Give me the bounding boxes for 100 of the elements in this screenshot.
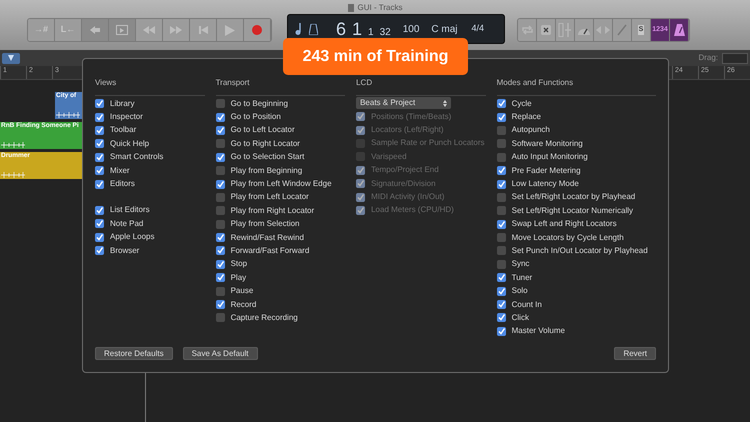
lcd-tempo: 100 bbox=[402, 22, 420, 36]
window-title: GUI - Tracks bbox=[358, 2, 402, 14]
checkbox-label: Library bbox=[110, 98, 134, 110]
checkbox[interactable] bbox=[496, 192, 506, 202]
document-icon bbox=[348, 4, 354, 12]
checkbox[interactable] bbox=[496, 233, 506, 242]
checkbox[interactable] bbox=[216, 220, 225, 229]
checkbox-label: Browser bbox=[110, 244, 140, 257]
fader-icon bbox=[558, 23, 572, 37]
checkbox-label: Go to Right Locator bbox=[230, 138, 300, 150]
checkbox-label: Smart Controls bbox=[110, 151, 164, 164]
lcd-signature: 4/4 bbox=[472, 22, 484, 36]
revert-button[interactable]: Revert bbox=[614, 347, 656, 360]
check-icon bbox=[216, 154, 224, 161]
play-frame-icon bbox=[116, 25, 128, 35]
checkbox[interactable] bbox=[496, 152, 506, 162]
checkbox-label: Set Left/Right Locator by Playhead bbox=[512, 191, 636, 204]
filter-icon bbox=[6, 55, 16, 61]
check-icon bbox=[216, 301, 224, 308]
skip-back-icon bbox=[198, 26, 208, 34]
checkbox-label: Signature/Division bbox=[371, 178, 436, 190]
dialog-button[interactable]: Restore Defaults bbox=[95, 347, 173, 360]
checkbox-label: Click bbox=[512, 312, 529, 324]
control-button[interactable] bbox=[537, 19, 556, 41]
lcd-position: 1 bbox=[368, 28, 374, 38]
checkbox[interactable] bbox=[216, 99, 225, 108]
dialog-button[interactable]: Save As Default bbox=[182, 347, 258, 360]
column-heading: LCD bbox=[356, 78, 372, 87]
column-heading: Transport bbox=[216, 78, 250, 87]
metronome-icon bbox=[674, 24, 684, 36]
checkbox-label: Go to Left Locator bbox=[230, 124, 295, 136]
checkbox-label: Note Pad bbox=[110, 218, 144, 230]
checkbox-label: Sample Rate or Punch Locators bbox=[371, 137, 484, 150]
fast-forward-icon bbox=[170, 26, 182, 34]
checkbox-label: Apple Loops bbox=[110, 231, 154, 244]
checkbox[interactable] bbox=[216, 206, 225, 216]
waveform-icon bbox=[1, 142, 25, 148]
checkbox-label: Count In bbox=[512, 298, 542, 311]
checkbox-label: Go to Beginning bbox=[230, 98, 288, 110]
checkbox-label: Positions (Time/Beats) bbox=[371, 110, 452, 123]
checkbox[interactable] bbox=[216, 166, 225, 176]
arrows-icon bbox=[596, 26, 610, 34]
checkbox[interactable] bbox=[496, 206, 506, 216]
checkbox-label: MIDI Activity (In/Out) bbox=[371, 191, 444, 204]
checkbox-label: Tempo/Project End bbox=[371, 164, 439, 176]
rewind-icon bbox=[143, 26, 155, 34]
checkbox-label: Master Volume bbox=[512, 325, 565, 338]
lcd-position: 6 bbox=[336, 20, 346, 38]
checkbox-label: Play from Beginning bbox=[230, 164, 302, 177]
check-icon bbox=[216, 180, 224, 188]
checkbox-label: Go to Position bbox=[230, 111, 281, 124]
checkbox[interactable] bbox=[496, 139, 506, 148]
checkbox-label: Move Locators by Cycle Length bbox=[512, 232, 624, 244]
checkbox[interactable] bbox=[496, 246, 506, 256]
checkbox-label: Low Latency Mode bbox=[512, 178, 579, 190]
checkbox-label: Stop bbox=[230, 258, 248, 270]
lcd-mode-select[interactable]: Beats & Project bbox=[356, 97, 452, 109]
check-icon bbox=[498, 220, 505, 228]
cycle-icon bbox=[520, 25, 534, 35]
drag-label: Drag: bbox=[698, 52, 718, 64]
checkbox-label: Pre Fader Metering bbox=[512, 164, 581, 177]
lcd-position: 1 bbox=[352, 20, 362, 38]
stepper-icon bbox=[443, 100, 448, 106]
checkbox-label: Varispeed bbox=[371, 150, 407, 163]
control-button[interactable] bbox=[670, 19, 689, 41]
checkbox-label: Play bbox=[230, 272, 246, 284]
checkbox-label: Record bbox=[230, 298, 256, 311]
checkbox-label: Play from Left Window Edge bbox=[230, 178, 332, 190]
play-icon bbox=[225, 24, 235, 36]
checkbox[interactable] bbox=[216, 313, 225, 322]
checkbox-label: Auto Input Monitoring bbox=[512, 151, 588, 164]
checkbox-label: Load Meters (CPU/HD) bbox=[371, 204, 454, 216]
checkbox-label: Forward/Fast Forward bbox=[230, 244, 310, 257]
waveform-icon bbox=[56, 112, 80, 118]
checkbox-label: Swap Left and Right Locators bbox=[512, 218, 617, 230]
checkbox-label: Go to Selection Start bbox=[230, 151, 304, 164]
checkbox[interactable] bbox=[216, 192, 225, 202]
column-heading: Views bbox=[95, 78, 116, 87]
checkbox-label: Editors bbox=[110, 178, 135, 190]
checkbox-label: Toolbar bbox=[110, 124, 136, 136]
record-icon bbox=[252, 25, 262, 35]
checkbox-label: Cycle bbox=[512, 98, 532, 110]
checkbox[interactable] bbox=[496, 260, 506, 269]
checkbox-label: Locators (Left/Right) bbox=[371, 124, 444, 136]
checkbox-label: Set Left/Right Locator Numerically bbox=[512, 204, 633, 217]
arrow-left-icon bbox=[90, 26, 100, 34]
checkbox[interactable] bbox=[216, 286, 225, 296]
checkbox-label: Sync bbox=[512, 258, 530, 270]
waveform-icon bbox=[1, 172, 25, 178]
checkbox-label: Capture Recording bbox=[230, 312, 298, 324]
music-note-icon bbox=[294, 23, 303, 35]
lcd-position: 32 bbox=[380, 28, 391, 38]
checkbox-label: Replace bbox=[512, 111, 541, 124]
checkbox[interactable] bbox=[496, 126, 506, 135]
training-banner: 243 min of Training bbox=[283, 38, 468, 75]
checkbox-label: Play from Right Locator bbox=[230, 204, 314, 217]
checkbox-label: Software Monitoring bbox=[512, 138, 583, 150]
filter-button[interactable] bbox=[2, 52, 20, 64]
checkbox[interactable] bbox=[216, 139, 225, 148]
checkbox-label: Play from Left Locator bbox=[230, 191, 309, 204]
